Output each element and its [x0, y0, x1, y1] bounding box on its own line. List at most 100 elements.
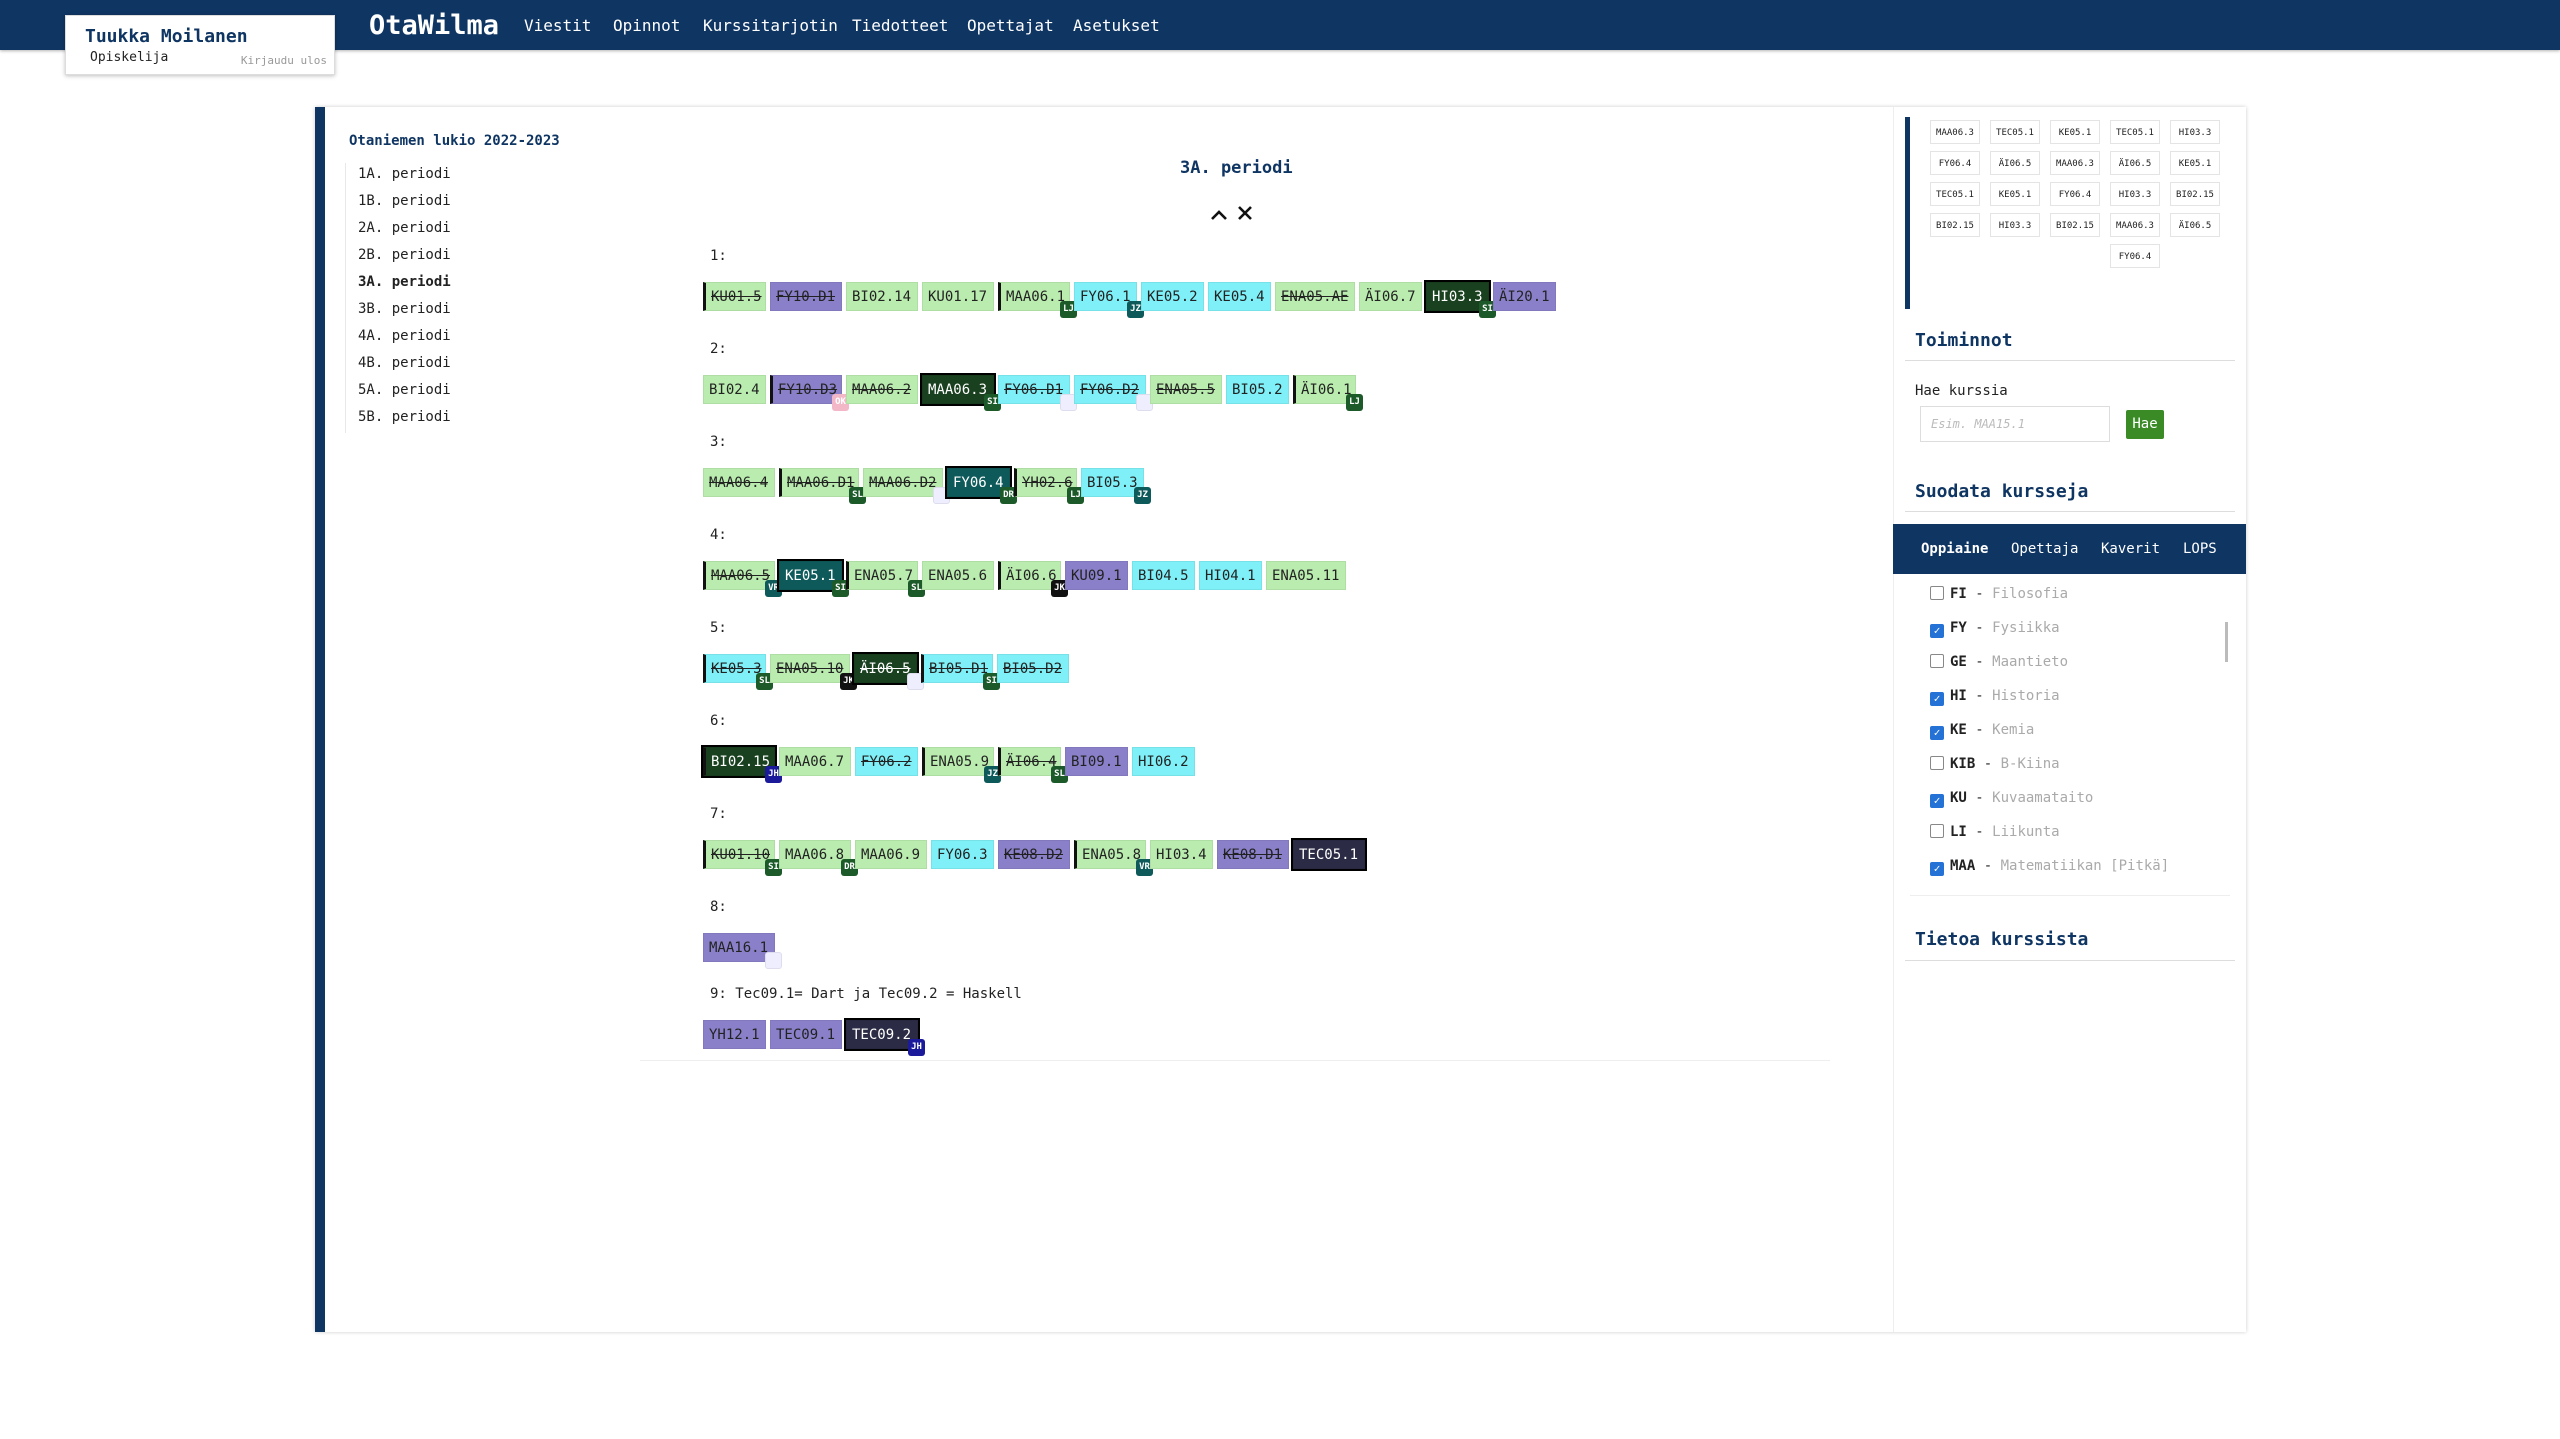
course-chip[interactable]: FY10.D1	[770, 282, 842, 311]
period-item[interactable]: 1B. periodi	[346, 190, 640, 217]
timetable-cell[interactable]: FY06.4	[2050, 182, 2100, 206]
subject-filter-item[interactable]: ✓ KU - Kuvaamataito	[1930, 790, 2093, 808]
checkbox[interactable]: ✓	[1930, 862, 1944, 876]
course-chip[interactable]: MAA06.5 VR	[703, 561, 782, 597]
course-chip[interactable]: BI02.14	[846, 282, 918, 311]
checkbox[interactable]	[1930, 756, 1944, 770]
subject-filter-item[interactable]: GE - Maantieto	[1930, 654, 2068, 670]
course-chip[interactable]: MAA06.4	[703, 468, 775, 497]
course-chip[interactable]: MAA16.1	[703, 933, 782, 969]
course-chip[interactable]: KE08.D1	[1217, 840, 1289, 869]
course-chip[interactable]: BI02.4	[703, 375, 766, 404]
timetable-cell[interactable]: KE05.1	[2170, 151, 2220, 175]
nav-asetukset[interactable]: Asetukset	[1073, 16, 1160, 35]
course-chip[interactable]: HI03.3 SI	[1424, 280, 1496, 318]
timetable-cell[interactable]: ÄI06.5	[2170, 213, 2220, 237]
timetable-cell[interactable]: TEC05.1	[1930, 182, 1980, 206]
nav-viestit[interactable]: Viestit	[524, 16, 591, 35]
course-chip[interactable]: TEC09.1	[770, 1020, 842, 1049]
timetable-cell[interactable]: BI02.15	[2170, 182, 2220, 206]
course-chip[interactable]: ENA05.10 JK	[770, 654, 857, 690]
nav-opinnot[interactable]: Opinnot	[613, 16, 680, 35]
course-chip[interactable]: KE05.3 SL	[703, 654, 773, 690]
timetable-cell[interactable]: ÄI06.5	[1990, 151, 2040, 175]
course-chip[interactable]: ENA05.9 JZ	[922, 747, 1001, 783]
course-chip[interactable]: YH02.6 LJ	[1014, 468, 1084, 504]
course-chip[interactable]: ÄI06.4 SL	[998, 747, 1068, 783]
course-chip[interactable]: MAA06.1 LJ	[998, 282, 1077, 318]
subject-filter-item[interactable]: ✓ HI - Historia	[1930, 688, 2060, 706]
course-chip[interactable]: BI05.D2	[997, 654, 1069, 683]
period-item[interactable]: 3B. periodi	[346, 298, 640, 325]
course-chip[interactable]: KU09.1	[1065, 561, 1128, 590]
chevron-up-icon[interactable]	[1210, 205, 1228, 226]
course-chip[interactable]: TEC09.2 JH	[844, 1018, 925, 1056]
course-chip[interactable]: BI09.1	[1065, 747, 1128, 776]
checkbox[interactable]	[1930, 824, 1944, 838]
close-icon[interactable]	[1237, 202, 1253, 227]
course-chip[interactable]: MAA06.2	[846, 375, 918, 404]
period-item[interactable]: 4B. periodi	[346, 352, 640, 379]
timetable-cell[interactable]: MAA06.3	[1930, 120, 1980, 144]
course-chip[interactable]: BI02.15 JH	[701, 745, 782, 783]
course-chip[interactable]: BI05.D1 SI	[921, 654, 1000, 690]
timetable-cell[interactable]: HI03.3	[2170, 120, 2220, 144]
tab-lops[interactable]: LOPS	[2183, 541, 2217, 557]
scrollbar[interactable]	[2225, 622, 2228, 662]
timetable-cell[interactable]: TEC05.1	[1990, 120, 2040, 144]
course-chip[interactable]: MAA06.8 DR	[779, 840, 858, 876]
checkbox[interactable]	[1930, 586, 1944, 600]
course-chip[interactable]: MAA06.9	[855, 840, 927, 869]
subject-filter-item[interactable]: ✓ MAA - Matematiikan [Pitkä]	[1930, 858, 2169, 876]
checkbox[interactable]: ✓	[1930, 726, 1944, 740]
course-chip[interactable]: HI04.1	[1199, 561, 1262, 590]
course-chip[interactable]: ÄI06.1 LJ	[1293, 375, 1363, 411]
course-chip[interactable]: KU01.17	[922, 282, 994, 311]
nav-tiedotteet[interactable]: Tiedotteet	[852, 16, 948, 35]
period-item[interactable]: 4A. periodi	[346, 325, 640, 352]
course-chip[interactable]: ENA05.6	[922, 561, 994, 590]
nav-kurssitarjotin[interactable]: Kurssitarjotin	[703, 16, 838, 35]
subject-filter-item[interactable]: ✓ KE - Kemia	[1930, 722, 2034, 740]
timetable-cell[interactable]: BI02.15	[2050, 213, 2100, 237]
course-chip[interactable]: ENA05.7 SL	[846, 561, 925, 597]
course-chip[interactable]: FY06.D2	[1074, 375, 1153, 411]
tab-oppiaine[interactable]: Oppiaine	[1921, 541, 1988, 557]
course-chip[interactable]: KE05.2	[1141, 282, 1204, 311]
brand-logo[interactable]: OtaWilma	[369, 10, 499, 41]
timetable-cell[interactable]: MAA06.3	[2050, 151, 2100, 175]
course-chip[interactable]: FY10.D3 OK	[770, 375, 849, 411]
course-chip[interactable]: YH12.1	[703, 1020, 766, 1049]
checkbox[interactable]: ✓	[1930, 692, 1944, 706]
course-chip[interactable]: TEC05.1	[1291, 838, 1367, 871]
period-item[interactable]: 5B. periodi	[346, 406, 640, 433]
course-chip[interactable]: ÄI06.7	[1359, 282, 1422, 311]
period-item[interactable]: 5A. periodi	[346, 379, 640, 406]
timetable-cell[interactable]: FY06.4	[1930, 151, 1980, 175]
course-chip[interactable]: ÄI20.1	[1493, 282, 1556, 311]
tab-kaverit[interactable]: Kaverit	[2101, 541, 2160, 557]
course-chip[interactable]: KU01.5	[703, 282, 766, 311]
course-chip[interactable]: KE05.4	[1208, 282, 1271, 311]
logout-link[interactable]: Kirjaudu ulos	[241, 54, 327, 67]
checkbox[interactable]: ✓	[1930, 624, 1944, 638]
course-chip[interactable]: FY06.1 JZ	[1074, 282, 1144, 318]
timetable-cell[interactable]: HI03.3	[1990, 213, 2040, 237]
course-chip[interactable]: KU01.10 SI	[703, 840, 782, 876]
timetable-cell[interactable]: ÄI06.5	[2110, 151, 2160, 175]
timetable-cell[interactable]: MAA06.3	[2110, 213, 2160, 237]
timetable-cell[interactable]: HI03.3	[2110, 182, 2160, 206]
course-chip[interactable]: ENA05.AE	[1275, 282, 1355, 311]
course-chip[interactable]: FY06.4 DR	[945, 466, 1017, 504]
timetable-cell[interactable]: TEC05.1	[2110, 120, 2160, 144]
course-chip[interactable]: BI05.3 JZ	[1081, 468, 1151, 504]
search-button[interactable]: Hae	[2126, 410, 2164, 439]
timetable-cell[interactable]: FY06.4	[2110, 244, 2160, 268]
course-chip[interactable]: ÄI06.5	[852, 652, 924, 690]
search-input[interactable]	[1920, 406, 2110, 442]
period-item[interactable]: 3A. periodi	[346, 271, 640, 298]
subject-filter-item[interactable]: KIB - B-Kiina	[1930, 756, 2060, 772]
timetable-cell[interactable]: KE05.1	[2050, 120, 2100, 144]
course-chip[interactable]: ÄI06.6 JK	[998, 561, 1068, 597]
course-chip[interactable]: ENA05.11	[1266, 561, 1346, 590]
